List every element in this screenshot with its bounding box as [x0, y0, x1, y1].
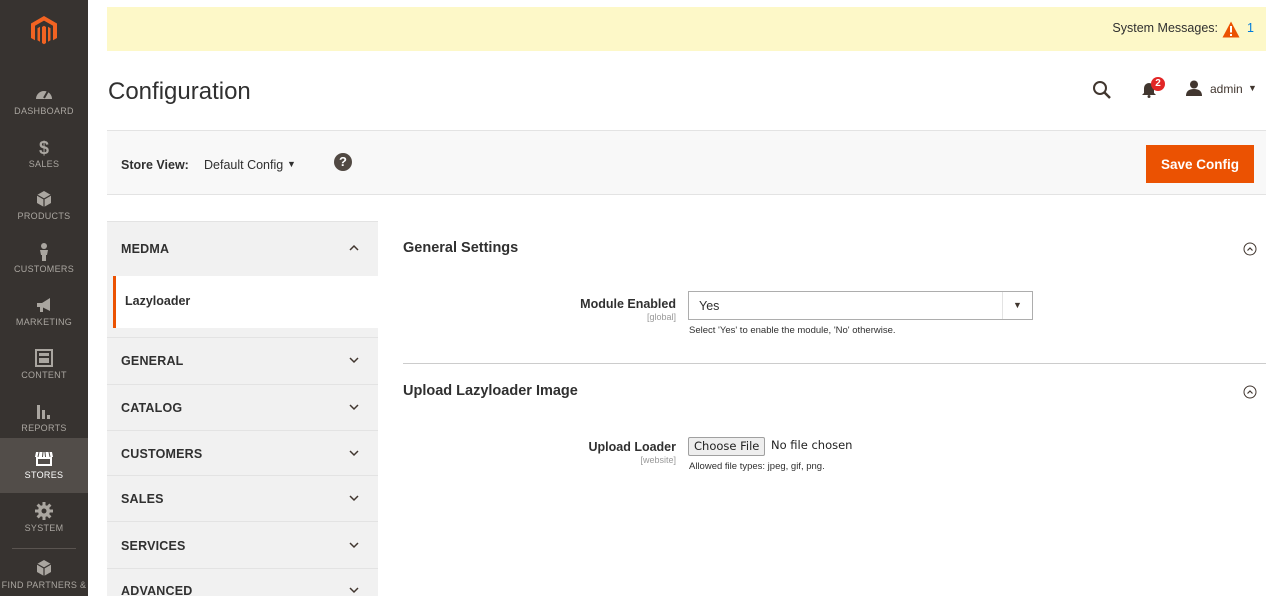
- tab-group-services[interactable]: SERVICES: [107, 521, 378, 568]
- collapse-circle-icon[interactable]: [1243, 385, 1257, 399]
- search-icon[interactable]: [1092, 80, 1112, 100]
- tab-group-sales[interactable]: SALES: [107, 475, 378, 521]
- nav-marketing[interactable]: MARKETING: [0, 289, 88, 342]
- magento-logo-icon[interactable]: [29, 15, 59, 45]
- user-menu-label[interactable]: admin: [1210, 82, 1243, 96]
- dollar-icon: $: [39, 138, 49, 157]
- tab-group-title[interactable]: GENERAL: [121, 354, 184, 368]
- caret-down-icon[interactable]: ▼: [1002, 292, 1032, 319]
- nav-label: SYSTEM: [24, 523, 64, 533]
- file-status: No file chosen: [771, 438, 853, 452]
- field-note: Allowed file types: jpeg, gif, png.: [689, 461, 825, 472]
- tab-group-medma[interactable]: MEDMA Lazyloader: [107, 221, 378, 337]
- nav-label: MARKETING: [15, 317, 73, 327]
- nav-content[interactable]: CONTENT: [0, 342, 88, 395]
- field-scope: [global]: [646, 312, 676, 322]
- tab-item-lazyloader[interactable]: Lazyloader: [113, 276, 378, 328]
- notification-badge[interactable]: 2: [1151, 77, 1165, 91]
- nav-customers[interactable]: CUSTOMERS: [0, 236, 88, 289]
- tab-group-title[interactable]: MEDMA: [121, 242, 169, 256]
- tab-group-customers[interactable]: CUSTOMERS: [107, 430, 378, 475]
- chevron-up-icon[interactable]: [348, 242, 360, 254]
- person-icon: [40, 243, 48, 261]
- nav-label: SALES: [28, 159, 60, 169]
- nav-find-partners[interactable]: FIND PARTNERS &: [0, 552, 88, 596]
- caret-down-icon[interactable]: ▼: [287, 159, 296, 169]
- store-view-switcher[interactable]: Default Config: [204, 158, 283, 172]
- select-value: Yes: [699, 299, 720, 313]
- page-actions-bar: Store View: Default Config ▼ ? Save Conf…: [107, 130, 1266, 195]
- help-icon[interactable]: ?: [334, 153, 352, 171]
- tab-group-title[interactable]: ADVANCED: [121, 584, 193, 596]
- nav-divider: [12, 548, 76, 549]
- tab-item-label[interactable]: Lazyloader: [125, 294, 190, 308]
- svg-text:$: $: [39, 138, 49, 157]
- nav-label: PRODUCTS: [17, 211, 71, 221]
- tab-group-catalog[interactable]: CATALOG: [107, 384, 378, 430]
- nav-system[interactable]: SYSTEM: [0, 495, 88, 548]
- page-title: Configuration: [108, 78, 251, 105]
- nav-label: CONTENT: [21, 370, 67, 380]
- section-title[interactable]: General Settings: [403, 240, 518, 256]
- field-note: Select 'Yes' to enable the module, 'No' …: [689, 325, 896, 336]
- store-view-label: Store View:: [121, 158, 189, 172]
- partner-cube-icon: [36, 560, 52, 576]
- admin-sidebar: DASHBOARD $ SALES PRODUCTS CUSTOMERS MAR…: [0, 0, 88, 596]
- nav-dashboard[interactable]: DASHBOARD: [0, 78, 88, 131]
- section-general-settings[interactable]: General Settings: [403, 238, 1266, 258]
- nav-label: STORES: [24, 470, 64, 480]
- gear-icon: [35, 502, 53, 520]
- cube-icon: [36, 191, 52, 207]
- chevron-down-icon[interactable]: [348, 584, 360, 596]
- section-upload-image[interactable]: Upload Lazyloader Image: [403, 381, 1266, 401]
- bar-chart-icon: [37, 405, 50, 419]
- save-config-button[interactable]: Save Config: [1146, 145, 1254, 183]
- chevron-down-icon[interactable]: [348, 447, 360, 459]
- section-divider: [403, 363, 1266, 364]
- collapse-circle-icon[interactable]: [1243, 242, 1257, 256]
- field-label: Upload Loader: [588, 440, 676, 454]
- speedometer-icon: [36, 90, 52, 99]
- system-messages-label[interactable]: System Messages:: [1112, 21, 1218, 35]
- chevron-down-icon[interactable]: [348, 401, 360, 413]
- nav-label: CUSTOMERS: [13, 264, 75, 274]
- tab-group-advanced[interactable]: ADVANCED: [107, 568, 378, 596]
- nav-label: DASHBOARD: [14, 106, 74, 116]
- layout-icon: [35, 349, 53, 367]
- tab-group-title[interactable]: SERVICES: [121, 539, 186, 553]
- choose-file-button[interactable]: Choose File: [688, 437, 766, 456]
- system-messages-bar: System Messages: 1: [107, 7, 1266, 51]
- megaphone-icon: [37, 298, 50, 312]
- store-icon: [35, 451, 53, 466]
- nav-products[interactable]: PRODUCTS: [0, 183, 88, 236]
- tab-group-title[interactable]: CATALOG: [121, 401, 182, 415]
- system-messages-count[interactable]: 1: [1247, 21, 1254, 35]
- module-enabled-select[interactable]: Yes ▼: [688, 291, 1033, 320]
- nav-label: FIND PARTNERS &: [1, 580, 87, 590]
- section-title[interactable]: Upload Lazyloader Image: [403, 383, 578, 399]
- caret-down-icon[interactable]: ▼: [1248, 83, 1257, 93]
- tab-group-general[interactable]: GENERAL: [107, 337, 378, 384]
- warning-triangle-icon[interactable]: [1222, 21, 1240, 38]
- chevron-down-icon[interactable]: [348, 492, 360, 504]
- chevron-down-icon[interactable]: [348, 354, 360, 366]
- user-icon[interactable]: [1186, 80, 1202, 96]
- nav-sales[interactable]: $ SALES: [0, 131, 88, 184]
- chevron-down-icon[interactable]: [348, 539, 360, 551]
- nav-stores[interactable]: STORES: [0, 438, 88, 493]
- nav-label: REPORTS: [21, 423, 67, 433]
- field-label: Module Enabled: [580, 297, 676, 311]
- tab-group-title[interactable]: SALES: [121, 492, 164, 506]
- field-scope: [website]: [640, 455, 676, 465]
- tab-group-title[interactable]: CUSTOMERS: [121, 447, 202, 461]
